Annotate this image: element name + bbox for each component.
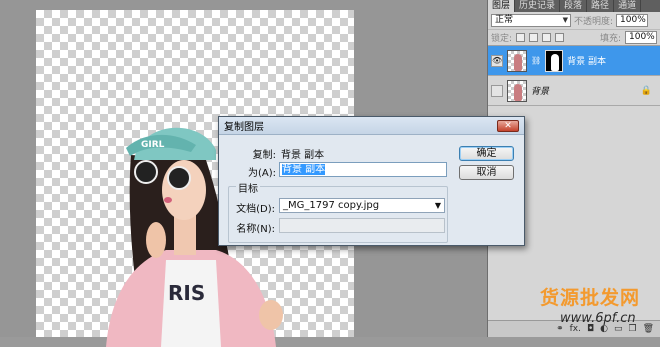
opacity-label: 不透明度: xyxy=(574,17,614,27)
ok-button[interactable]: 确定 xyxy=(459,146,514,161)
svg-text:GIRL: GIRL xyxy=(141,140,165,150)
opacity-value: 100% xyxy=(620,15,646,25)
fill-value: 100% xyxy=(629,32,655,42)
panel-tabs: 图层 历史记录 段落 路径 通道 xyxy=(488,0,660,12)
dialog-body: 复制: 背景 副本 为(A): 背景 副本 目标 文档(D): _MG_1797… xyxy=(224,139,451,243)
layer-name: 背景 xyxy=(531,87,550,97)
tab-channels[interactable]: 通道 xyxy=(614,0,642,12)
chevron-down-icon: ▼ xyxy=(434,201,441,210)
watermark: 货源批发网 www.6pf.cn xyxy=(540,283,658,333)
opacity-input[interactable]: 100% xyxy=(616,14,649,27)
document-value: _MG_1797 copy.jpg xyxy=(283,200,380,211)
duplicate-label: 复制: xyxy=(252,150,276,161)
chevron-down-icon: ▼ xyxy=(562,16,568,24)
watermark-url: www.6pf.cn xyxy=(560,311,636,326)
layer-thumbnail xyxy=(507,49,527,72)
destination-legend: 目标 xyxy=(236,180,260,195)
as-input-value: 背景 副本 xyxy=(282,164,326,175)
destination-group: 目标 文档(D): _MG_1797 copy.jpg ▼ 名称(N): xyxy=(228,180,448,243)
lock-pixels-icon[interactable] xyxy=(529,33,539,42)
duplicate-value: 背景 副本 xyxy=(281,150,325,161)
layer-name: 背景 副本 xyxy=(567,57,607,67)
lock-position-icon[interactable] xyxy=(542,33,552,42)
fill-input[interactable]: 100% xyxy=(625,31,657,44)
blend-mode-select[interactable]: 正常 ▼ xyxy=(491,14,571,27)
blend-row: 正常 ▼ 不透明度: 100% xyxy=(488,12,660,30)
close-icon[interactable]: ✕ xyxy=(497,120,519,132)
cancel-button[interactable]: 取消 xyxy=(459,165,514,180)
name-input xyxy=(279,218,445,233)
document-select[interactable]: _MG_1797 copy.jpg ▼ xyxy=(279,198,445,213)
eye-icon[interactable] xyxy=(491,84,503,97)
tab-history[interactable]: 历史记录 xyxy=(515,0,561,12)
link-icon: ⛓ xyxy=(531,56,542,65)
dialog-title-bar: 复制图层 xyxy=(219,117,524,135)
layer-row-background-copy[interactable]: 👁 ⛓ 背景 副本 xyxy=(488,46,660,76)
watermark-text: 货源批发网 xyxy=(540,287,641,309)
as-label: 为(A): xyxy=(247,168,276,179)
eye-icon[interactable]: 👁 xyxy=(491,54,503,67)
fill-label: 填充: xyxy=(599,34,621,44)
layer-mask-thumbnail[interactable] xyxy=(545,49,564,72)
layer-thumbnail xyxy=(507,79,527,102)
blend-mode-value: 正常 xyxy=(495,15,514,25)
document-label: 文档(D): xyxy=(236,204,275,215)
layer-row-background[interactable]: 背景 🔒 xyxy=(488,76,660,106)
lock-row: 锁定: 填充: 100% xyxy=(488,30,660,46)
tab-layers[interactable]: 图层 xyxy=(488,0,516,12)
lock-transparency-icon[interactable] xyxy=(516,33,526,42)
svg-text:RIS: RIS xyxy=(168,281,205,305)
lock-all-icon[interactable] xyxy=(555,33,565,42)
name-label: 名称(N): xyxy=(236,224,275,235)
duplicate-layer-dialog: 复制图层 ✕ 复制: 背景 副本 为(A): 背景 副本 目标 文档(D): _… xyxy=(218,116,525,246)
dialog-title: 复制图层 xyxy=(224,122,264,133)
as-input[interactable]: 背景 副本 xyxy=(279,162,447,177)
lock-icon: 🔒 xyxy=(640,85,652,96)
lock-label: 锁定: xyxy=(491,34,513,44)
tab-paragraph[interactable]: 段落 xyxy=(560,0,588,12)
tab-paths[interactable]: 路径 xyxy=(587,0,615,12)
